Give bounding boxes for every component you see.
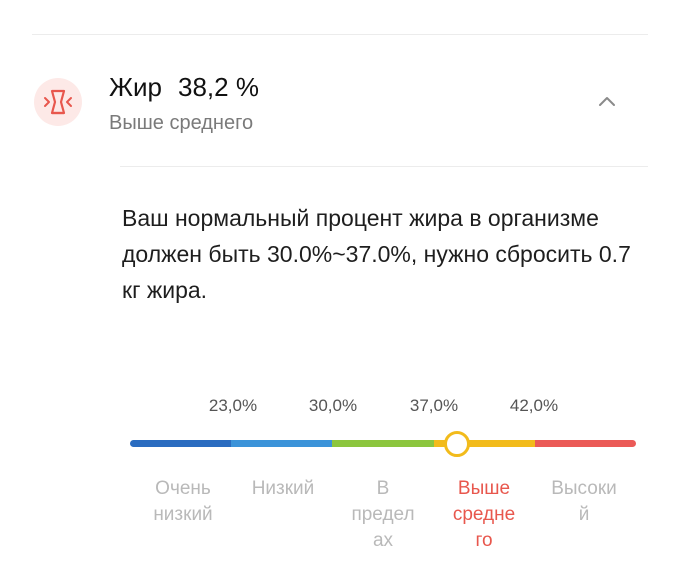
range-segment <box>130 440 232 447</box>
range-label-line: ах <box>372 530 394 551</box>
threshold-label: 30,0% <box>308 396 358 415</box>
chevron-up-icon <box>599 97 615 106</box>
range-label-line: го <box>475 530 493 551</box>
current-value-marker <box>443 431 470 457</box>
range-label-line: Низкий <box>251 478 315 499</box>
range-segment <box>231 440 333 447</box>
metric-title-row: Жир 38,2 % <box>109 72 259 103</box>
metric-label: Жир <box>109 72 162 102</box>
metric-status: Выше среднего <box>109 112 254 134</box>
range-label-low: Низкий <box>238 476 328 502</box>
range-label-above-average: Выше средне го <box>439 476 529 554</box>
range-label-very-low: Очень низкий <box>138 476 228 528</box>
range-segment <box>332 440 434 447</box>
top-divider <box>32 34 648 35</box>
collapse-button[interactable] <box>594 90 620 112</box>
range-segment <box>534 440 636 447</box>
threshold-label: 23,0% <box>208 396 258 415</box>
range-label-line: предел <box>351 504 415 525</box>
range-label-line: Очень <box>155 478 211 499</box>
range-label-line: й <box>578 504 590 525</box>
range-label-line: Высоки <box>551 478 617 499</box>
threshold-label: 42,0% <box>509 396 559 415</box>
waist-body-fat-icon <box>34 78 82 126</box>
description-text: Ваш нормальный процент жира в организме … <box>122 205 631 303</box>
section-divider <box>120 166 648 167</box>
range-label-high: Высоки й <box>539 476 629 528</box>
threshold-label: 37,0% <box>409 396 459 415</box>
range-label-line: Выше <box>457 478 511 499</box>
range-label-line: В <box>376 478 390 499</box>
range-label-normal: Впредел ах <box>338 476 428 554</box>
range-label-line: низкий <box>153 504 213 525</box>
range-label-line: средне <box>452 504 516 525</box>
range-bar <box>130 440 636 447</box>
metric-value: 38,2 % <box>178 72 259 102</box>
